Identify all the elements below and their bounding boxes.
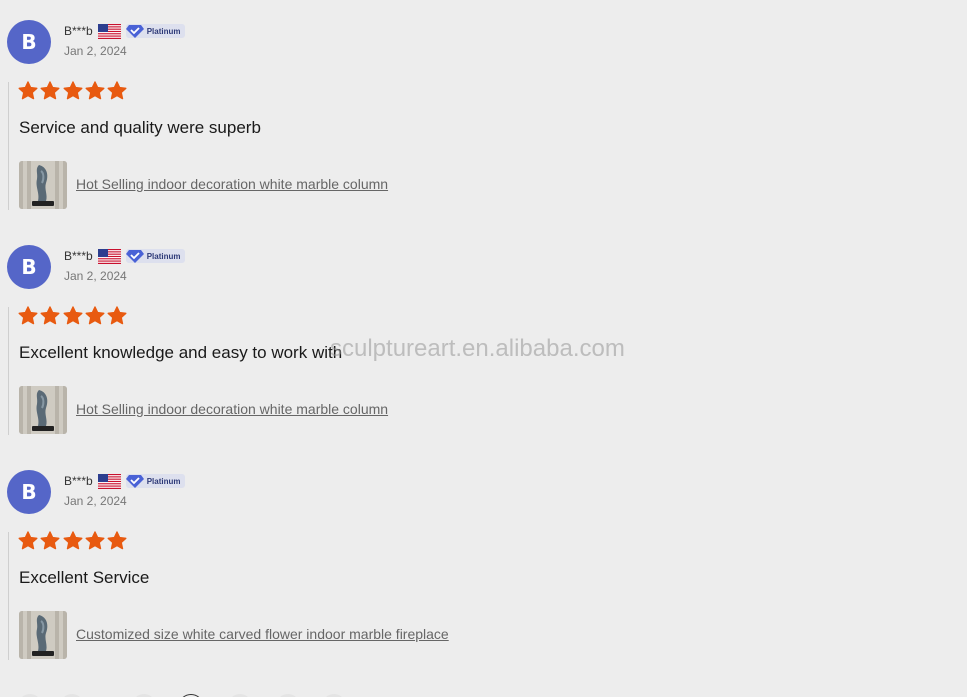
- product-thumbnail[interactable]: [19, 386, 67, 434]
- review-card: B B***b Platinum Jan 2, 2024: [0, 450, 967, 660]
- badge-label: Platinum: [146, 476, 181, 486]
- pagination: [0, 690, 967, 697]
- badge-label: Platinum: [146, 251, 181, 261]
- star-icon: [107, 306, 127, 325]
- product-thumbnail[interactable]: [19, 161, 67, 209]
- verified-diamond-icon: [125, 475, 144, 488]
- review-comment: Service and quality were superb: [19, 118, 261, 137]
- review-date: Jan 2, 2024: [64, 44, 127, 58]
- star-icon: [63, 81, 83, 100]
- review-card: B B***b Platinum Jan 2, 2024: [0, 0, 967, 210]
- avatar: B: [7, 470, 51, 514]
- reviewer-info: B***b Platinum: [64, 247, 186, 265]
- platinum-badge: Platinum: [125, 249, 186, 263]
- verified-diamond-icon: [125, 25, 144, 38]
- review-comment: Excellent Service: [19, 568, 150, 587]
- reviewer-name: B***b: [64, 249, 93, 263]
- reviewer-name: B***b: [64, 474, 93, 488]
- star-icon: [85, 81, 105, 100]
- us-flag-icon: [97, 248, 121, 264]
- us-flag-icon: [97, 473, 121, 489]
- reviewer-info: B***b Platinum: [64, 22, 186, 40]
- star-rating: [18, 306, 129, 326]
- platinum-badge: Platinum: [125, 474, 186, 488]
- us-flag-icon: [97, 23, 121, 39]
- review-card: B B***b Platinum Jan 2, 2024: [0, 225, 967, 435]
- product-thumbnail[interactable]: [19, 611, 67, 659]
- badge-label: Platinum: [146, 26, 181, 36]
- product-link[interactable]: Hot Selling indoor decoration white marb…: [76, 401, 388, 417]
- verified-diamond-icon: [125, 250, 144, 263]
- star-icon: [40, 306, 60, 325]
- star-icon: [40, 81, 60, 100]
- star-icon: [40, 531, 60, 550]
- review-comment: Excellent knowledge and easy to work wit…: [19, 343, 343, 362]
- star-icon: [85, 306, 105, 325]
- star-icon: [18, 306, 38, 325]
- product-link[interactable]: Customized size white carved flower indo…: [76, 626, 449, 642]
- review-date: Jan 2, 2024: [64, 269, 127, 283]
- divider: [8, 82, 9, 210]
- reviewer-name: B***b: [64, 24, 93, 38]
- star-icon: [107, 531, 127, 550]
- product-link[interactable]: Hot Selling indoor decoration white marb…: [76, 176, 388, 192]
- star-icon: [63, 531, 83, 550]
- avatar: B: [7, 245, 51, 289]
- star-icon: [107, 81, 127, 100]
- star-icon: [63, 306, 83, 325]
- divider: [8, 532, 9, 660]
- divider: [8, 307, 9, 435]
- star-icon: [85, 531, 105, 550]
- star-icon: [18, 531, 38, 550]
- reviewer-info: B***b Platinum: [64, 472, 186, 490]
- star-rating: [18, 531, 129, 551]
- star-rating: [18, 81, 129, 101]
- review-date: Jan 2, 2024: [64, 494, 127, 508]
- avatar: B: [7, 20, 51, 64]
- platinum-badge: Platinum: [125, 24, 186, 38]
- star-icon: [18, 81, 38, 100]
